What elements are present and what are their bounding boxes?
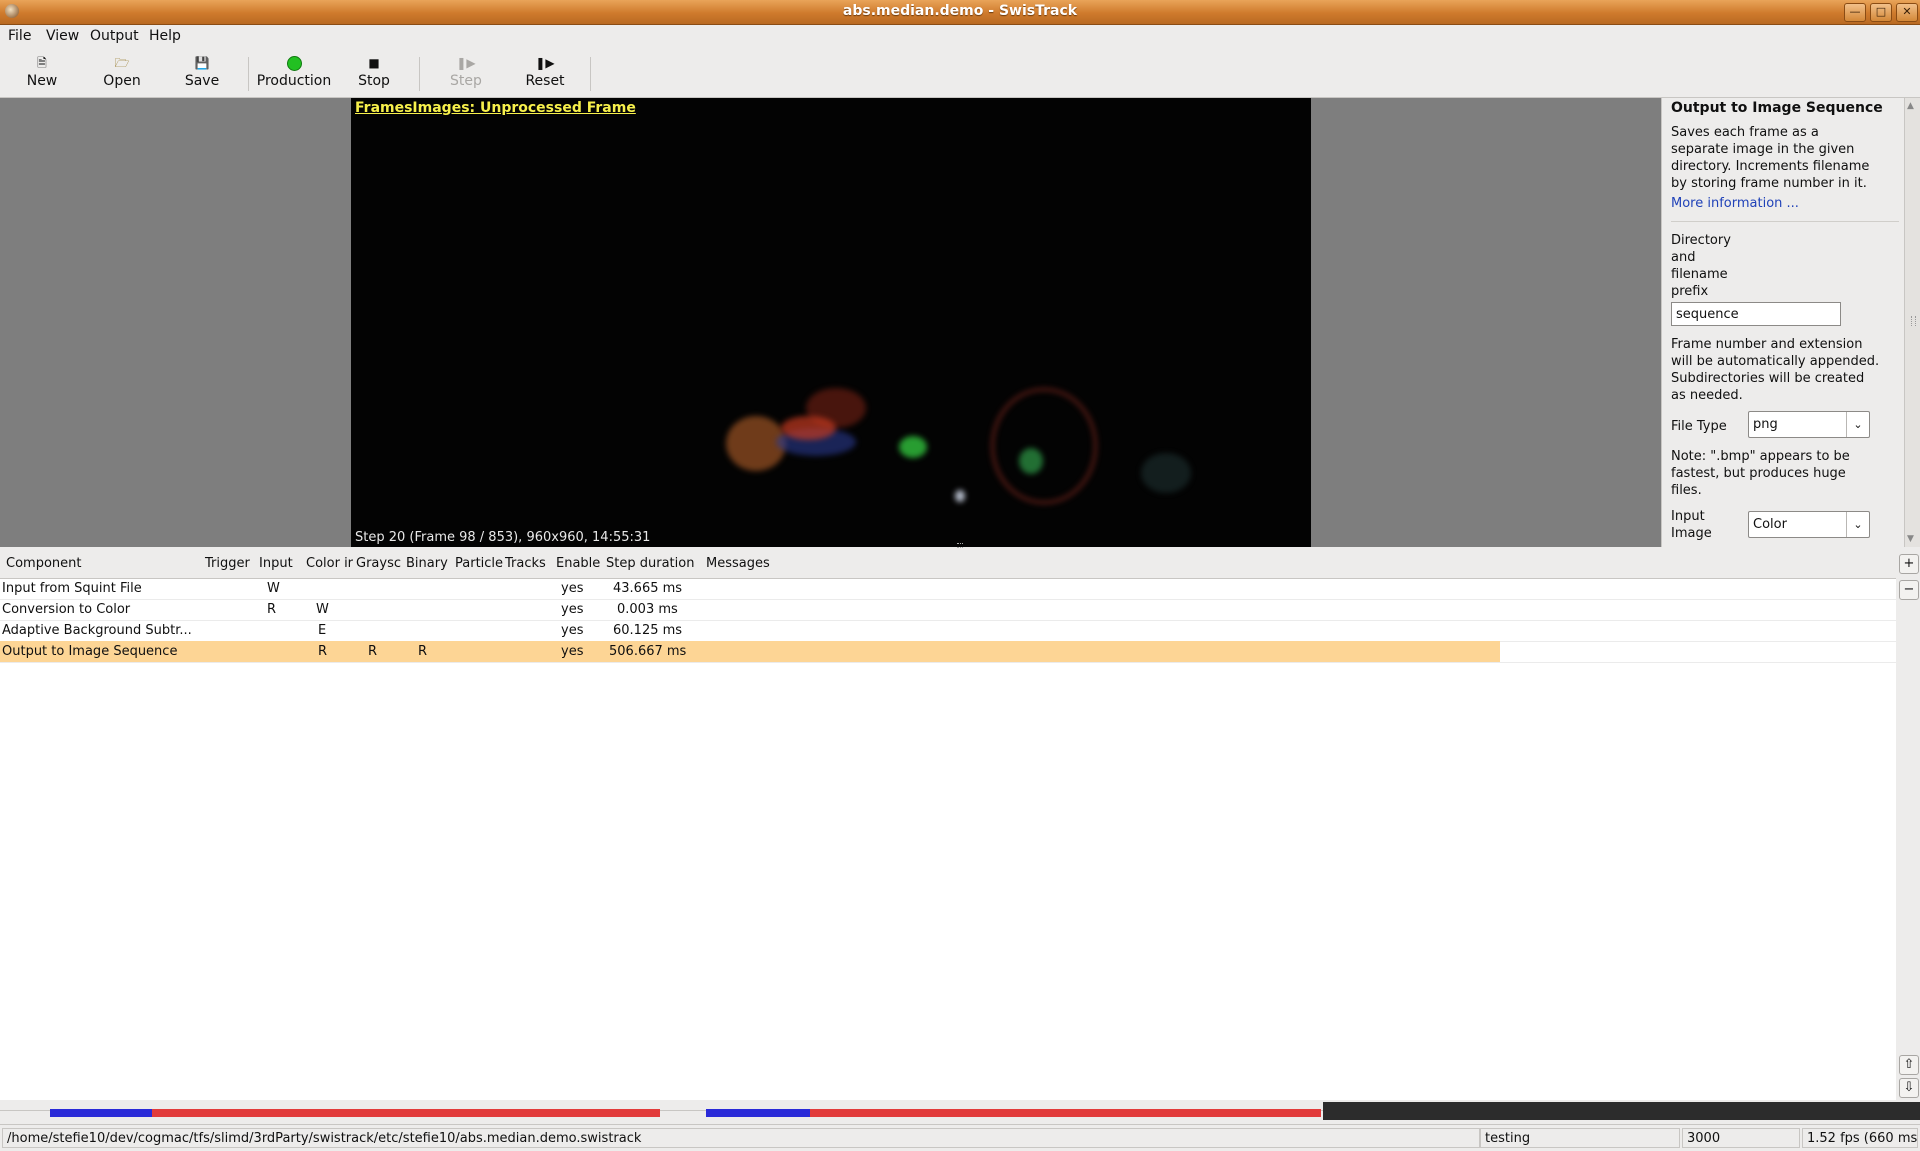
more-information-link[interactable]: More information ... (1671, 195, 1799, 212)
add-component-button[interactable]: + (1899, 554, 1919, 574)
menu-bar: File View Output Help (0, 25, 1920, 49)
save-icon: 💾 (194, 56, 210, 70)
component-list-header: Component Trigger Input Color ir Graysc … (0, 550, 1896, 579)
frame-status-text: Step 20 (Frame 98 / 853), 960x960, 14:55… (355, 530, 651, 545)
component-list-sidebar: + − ⇧ ⇩ (1896, 550, 1920, 1100)
save-button[interactable]: 💾 Save (162, 53, 242, 93)
stop-icon: ■ (368, 56, 380, 70)
directory-prefix-input[interactable]: sequence (1671, 302, 1841, 326)
maximize-icon[interactable]: □ (1870, 3, 1892, 22)
status-bar: /home/stefie10/dev/cogmac/tfs/slimd/3rdP… (0, 1124, 1920, 1151)
frame-blob (899, 436, 927, 458)
timeline-panel[interactable] (0, 1100, 1920, 1122)
open-button[interactable]: 🗁 Open (82, 53, 162, 93)
menu-output[interactable]: Output (90, 28, 139, 44)
component-list: Component Trigger Input Color ir Graysc … (0, 550, 1896, 1100)
menu-help[interactable]: Help (149, 28, 181, 44)
column-header[interactable]: Color ir (306, 556, 353, 571)
status-fps: 1.52 fps (660 ms) (1802, 1128, 1918, 1148)
reset-button[interactable]: ❚▶ Reset (505, 53, 585, 93)
status-file-path: /home/stefie10/dev/cogmac/tfs/slimd/3rdP… (2, 1128, 1480, 1148)
menu-file[interactable]: File (8, 28, 31, 44)
camera-frame-view[interactable]: FramesImages: Unprocessed Frame Step 20 … (351, 98, 1311, 547)
splitter-handle[interactable] (957, 543, 963, 548)
file-type-note: Note: ".bmp" appears to be fastest, but p… (1671, 449, 1850, 498)
table-row[interactable]: Input from Squint File W yes 43.665 ms (0, 578, 1896, 600)
status-port: 3000 (1682, 1128, 1800, 1148)
directory-label: Directory and filename prefix (1671, 233, 1731, 299)
toolbar-separator (248, 57, 249, 91)
frame-blob (955, 490, 965, 502)
component-config-panel: Output to Image Sequence Saves each fram… (1661, 98, 1905, 547)
move-up-button[interactable]: ⇧ (1899, 1055, 1919, 1075)
display-title-link[interactable]: FramesImages: Unprocessed Frame (355, 100, 636, 116)
status-mode: testing (1480, 1128, 1680, 1148)
column-header[interactable]: Step duration (606, 556, 694, 571)
table-row-selected[interactable]: Output to Image Sequence R R R yes 506.6… (0, 641, 1896, 663)
scroll-up-icon[interactable]: ▲ (1907, 101, 1914, 111)
frame-blob (991, 388, 1097, 504)
timeline-segment (152, 1109, 660, 1117)
step-button[interactable]: ❚▶ Step (426, 53, 506, 93)
display-canvas-area: FramesImages: Unprocessed Frame Step 20 … (0, 98, 1661, 548)
file-type-select[interactable]: png ⌄ (1748, 411, 1870, 438)
config-title: Output to Image Sequence (1671, 100, 1883, 116)
scroll-down-icon[interactable]: ▼ (1907, 534, 1914, 544)
input-image-label: Input Image (1671, 509, 1712, 541)
table-row[interactable]: Conversion to Color R W yes 0.003 ms (0, 599, 1896, 621)
timeline-segment (50, 1109, 152, 1117)
chevron-down-icon: ⌄ (1846, 412, 1869, 437)
step-icon: ❚▶ (456, 56, 476, 70)
file-type-label: File Type (1671, 419, 1727, 434)
column-header[interactable]: Component (6, 556, 81, 571)
new-button[interactable]: 🗎 New (2, 53, 82, 93)
frame-blob (1141, 453, 1191, 493)
column-header[interactable]: Trigger (205, 556, 250, 571)
column-header[interactable]: Input (259, 556, 293, 571)
column-header[interactable]: Tracks (505, 556, 546, 571)
column-header[interactable]: Graysc (356, 556, 401, 571)
config-separator (1671, 221, 1899, 222)
column-header[interactable]: Particle (455, 556, 503, 571)
selection-highlight (0, 641, 1500, 662)
chevron-down-icon: ⌄ (1846, 512, 1869, 537)
minimize-icon[interactable]: — (1844, 3, 1866, 22)
directory-note: Frame number and extension will be automa… (1671, 337, 1880, 403)
input-image-select[interactable]: Color ⌄ (1748, 511, 1870, 538)
new-file-icon: 🗎 (37, 56, 47, 70)
window-title: abs.median.demo - SwisTrack (842, 3, 1078, 19)
move-down-button[interactable]: ⇩ (1899, 1078, 1919, 1098)
timeline-segment (810, 1109, 1321, 1117)
scrollbar-thumb[interactable] (1911, 316, 1916, 326)
frame-blob (1019, 448, 1043, 474)
config-description: Saves each frame as a separate image in t… (1671, 125, 1870, 191)
menu-view[interactable]: View (46, 28, 79, 44)
toolbar: 🗎 New 🗁 Open 💾 Save Production ■ Stop ❚▶… (0, 49, 1920, 98)
frame-blob (781, 416, 836, 440)
config-scrollbar[interactable]: ▲ ▼ (1904, 98, 1920, 547)
reset-icon: ❚▶ (535, 56, 555, 70)
column-header[interactable]: Enable (556, 556, 600, 571)
toolbar-separator (590, 57, 591, 91)
column-header[interactable]: Binary (406, 556, 448, 571)
window-titlebar: abs.median.demo - SwisTrack — □ ✕ (0, 0, 1920, 25)
close-icon[interactable]: ✕ (1896, 3, 1918, 22)
production-button[interactable]: Production (254, 53, 334, 93)
production-status-icon (254, 55, 334, 73)
stop-button[interactable]: ■ Stop (334, 53, 414, 93)
timeline-segment (706, 1109, 810, 1117)
remove-component-button[interactable]: − (1899, 580, 1919, 600)
table-row[interactable]: Adaptive Background Subtr... E yes 60.12… (0, 620, 1896, 642)
toolbar-separator (419, 57, 420, 91)
timeline-future-area (1323, 1102, 1920, 1120)
column-header[interactable]: Messages (706, 556, 770, 571)
folder-open-icon: 🗁 (114, 56, 130, 70)
